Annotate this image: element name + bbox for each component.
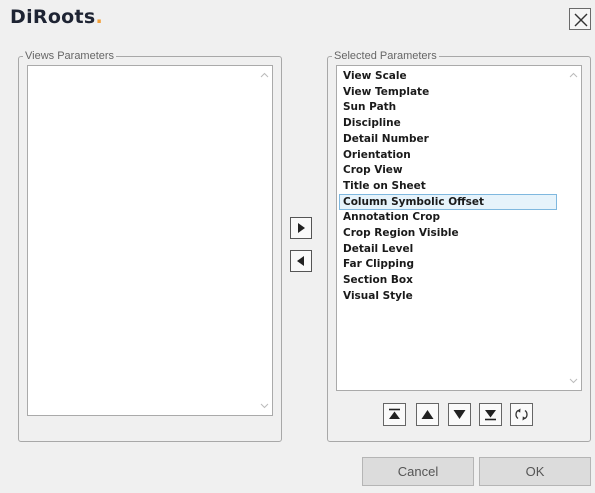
selected-parameters-group: Selected Parameters View Scale View Templ… — [327, 49, 591, 442]
scroll-down-icon[interactable] — [260, 403, 269, 409]
parameter-list-item[interactable]: Discipline — [339, 115, 557, 131]
parameter-list-item[interactable]: View Template — [339, 84, 557, 100]
triangle-right-icon — [298, 223, 305, 233]
move-up-icon — [421, 410, 434, 419]
move-up-button[interactable] — [416, 403, 439, 426]
remove-parameter-button[interactable] — [290, 250, 312, 272]
parameter-list-item[interactable]: Crop Region Visible — [339, 225, 557, 241]
close-icon — [574, 13, 588, 27]
close-button[interactable] — [569, 8, 591, 30]
parameter-list-item[interactable]: Far Clipping — [339, 256, 557, 272]
views-parameters-group: Views Parameters — [18, 49, 282, 442]
views-parameters-title: Views Parameters — [23, 49, 117, 63]
ok-button[interactable]: OK — [479, 457, 591, 486]
add-parameter-button[interactable] — [290, 217, 312, 239]
parameter-list-item[interactable]: Visual Style — [339, 288, 557, 304]
move-to-top-button[interactable] — [383, 403, 406, 426]
selected-parameters-title: Selected Parameters — [332, 49, 439, 63]
scroll-up-icon[interactable] — [569, 72, 578, 78]
parameter-list-item[interactable]: Sun Path — [339, 99, 557, 115]
move-to-top-icon — [389, 408, 400, 419]
triangle-left-icon — [297, 256, 304, 266]
parameter-list-item[interactable]: Column Symbolic Offset — [339, 193, 557, 210]
parameter-list-item[interactable]: Annotation Crop — [339, 209, 557, 225]
parameter-list-item[interactable]: Title on Sheet — [339, 178, 557, 194]
move-down-button[interactable] — [448, 403, 471, 426]
cancel-button[interactable]: Cancel — [362, 457, 474, 486]
diroots-logo: DiRoots. — [10, 6, 104, 28]
parameter-list-item[interactable]: Detail Level — [339, 241, 557, 257]
scroll-up-icon[interactable] — [260, 72, 269, 78]
move-down-icon — [453, 410, 466, 419]
parameter-list-item[interactable]: Crop View — [339, 162, 557, 178]
reset-order-button[interactable] — [510, 403, 533, 426]
parameter-list-item[interactable]: Detail Number — [339, 131, 557, 147]
parameter-list-item[interactable]: View Scale — [339, 68, 557, 84]
refresh-icon — [515, 408, 528, 421]
selected-parameters-list[interactable]: View Scale View Template Sun Path Disciplin… — [336, 65, 582, 391]
scroll-down-icon[interactable] — [569, 378, 578, 384]
move-to-bottom-icon — [485, 410, 496, 421]
move-to-bottom-button[interactable] — [479, 403, 502, 426]
parameter-list-item[interactable]: Section Box — [339, 272, 557, 288]
views-parameters-list[interactable] — [27, 65, 273, 416]
parameter-list-item[interactable]: Orientation — [339, 147, 557, 163]
